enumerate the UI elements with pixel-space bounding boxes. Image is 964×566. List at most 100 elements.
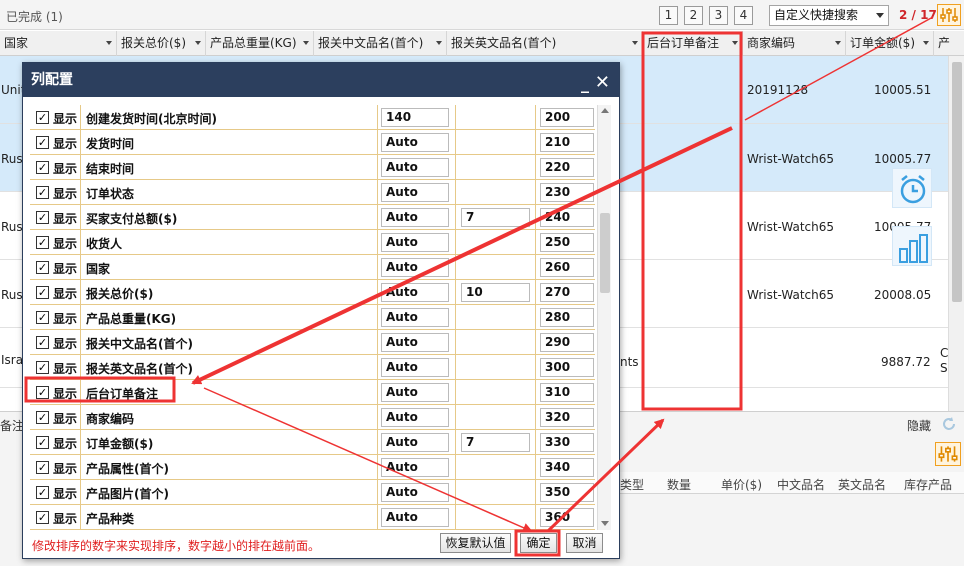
width-input[interactable]: Auto	[381, 308, 449, 327]
subheader-type[interactable]: 类型	[620, 476, 644, 493]
page-button-2[interactable]: 2	[684, 6, 703, 25]
header-product[interactable]: 产	[934, 31, 964, 56]
column-settings-button[interactable]	[937, 4, 961, 26]
order-input[interactable]: 260	[540, 258, 594, 277]
extra-input[interactable]: 7	[461, 208, 530, 227]
chart-button[interactable]	[892, 226, 932, 266]
order-input[interactable]: 310	[540, 383, 594, 402]
show-checkbox[interactable]: ✓	[36, 136, 49, 149]
dialog-title-bar[interactable]: 列配置 _ ✕	[23, 63, 619, 97]
order-input[interactable]: 320	[540, 408, 594, 427]
show-checkbox[interactable]: ✓	[36, 311, 49, 324]
order-input[interactable]: 270	[540, 283, 594, 302]
order-input[interactable]: 250	[540, 233, 594, 252]
order-input[interactable]: 230	[540, 183, 594, 202]
show-checkbox[interactable]: ✓	[36, 336, 49, 349]
order-input[interactable]: 330	[540, 433, 594, 452]
page-button-1[interactable]: 1	[659, 6, 678, 25]
header-merchant-code[interactable]: 商家编码	[743, 31, 846, 56]
subheader-stock-product[interactable]: 库存产品	[904, 476, 952, 493]
cell-divider	[377, 430, 378, 455]
show-checkbox[interactable]: ✓	[36, 261, 49, 274]
show-checkbox[interactable]: ✓	[36, 461, 49, 474]
alarm-clock-button[interactable]	[892, 168, 932, 208]
dialog-scrollbar[interactable]	[597, 105, 611, 530]
order-input[interactable]: 200	[540, 108, 594, 127]
show-checkbox[interactable]: ✓	[36, 436, 49, 449]
restore-defaults-button[interactable]: 恢复默认值	[440, 533, 511, 553]
tab-remark[interactable]: 备注	[0, 417, 24, 434]
show-checkbox[interactable]: ✓	[36, 411, 49, 424]
width-input[interactable]: Auto	[381, 458, 449, 477]
column-config-row: ✓ 显示 发货时间 Auto 210	[30, 130, 595, 155]
page-button-4[interactable]: 4	[734, 6, 753, 25]
dialog-scrollbar-thumb[interactable]	[600, 213, 610, 293]
width-input[interactable]: Auto	[381, 183, 449, 202]
grid-scrollbar[interactable]	[948, 56, 964, 411]
show-checkbox[interactable]: ✓	[36, 511, 49, 524]
order-input[interactable]: 340	[540, 458, 594, 477]
width-input[interactable]: Auto	[381, 158, 449, 177]
order-input[interactable]: 240	[540, 208, 594, 227]
quick-search-select[interactable]: 自定义快捷搜索	[769, 5, 889, 26]
column-name: 产品总重量(KG)	[86, 312, 177, 326]
show-checkbox[interactable]: ✓	[36, 236, 49, 249]
sort-tip: 修改排序的数字来实现排序，数字越小的排在越前面。	[32, 539, 321, 553]
column-config-row: ✓ 显示 产品图片(首个) Auto 350	[30, 480, 595, 505]
detail-settings-button[interactable]	[935, 442, 961, 466]
show-checkbox[interactable]: ✓	[36, 361, 49, 374]
width-input[interactable]: Auto	[381, 283, 449, 302]
width-input[interactable]: Auto	[381, 433, 449, 452]
extra-input[interactable]: 10	[461, 283, 530, 302]
scroll-up-icon[interactable]	[601, 108, 609, 113]
order-input[interactable]: 210	[540, 133, 594, 152]
show-checkbox[interactable]: ✓	[36, 161, 49, 174]
show-checkbox[interactable]: ✓	[36, 386, 49, 399]
grid-scrollbar-thumb[interactable]	[952, 62, 962, 302]
subheader-en-name[interactable]: 英文品名	[838, 476, 886, 493]
minimize-icon[interactable]: _	[581, 67, 589, 101]
width-input[interactable]: 140	[381, 108, 449, 127]
order-input[interactable]: 280	[540, 308, 594, 327]
ok-button[interactable]: 确定	[520, 533, 557, 553]
scroll-down-icon[interactable]	[601, 521, 609, 526]
width-input[interactable]: Auto	[381, 408, 449, 427]
subheader-qty[interactable]: 数量	[667, 476, 691, 493]
width-input[interactable]: Auto	[381, 133, 449, 152]
width-input[interactable]: Auto	[381, 233, 449, 252]
column-name: 结束时间	[86, 162, 135, 176]
header-cn-name[interactable]: 报关中文品名(首个)	[314, 31, 447, 56]
header-en-name[interactable]: 报关英文品名(首个)	[447, 31, 643, 56]
width-input[interactable]: Auto	[381, 358, 449, 377]
order-input[interactable]: 360	[540, 508, 594, 527]
show-checkbox[interactable]: ✓	[36, 486, 49, 499]
extra-input[interactable]: 7	[461, 433, 530, 452]
width-input[interactable]: Auto	[381, 508, 449, 527]
width-input[interactable]: Auto	[381, 258, 449, 277]
width-input[interactable]: Auto	[381, 383, 449, 402]
width-input[interactable]: Auto	[381, 483, 449, 502]
show-checkbox[interactable]: ✓	[36, 186, 49, 199]
show-checkbox[interactable]: ✓	[36, 211, 49, 224]
hide-button[interactable]: 隐藏	[907, 417, 931, 434]
cell-divider	[455, 355, 456, 380]
page-button-3[interactable]: 3	[709, 6, 728, 25]
order-input[interactable]: 300	[540, 358, 594, 377]
cancel-button[interactable]: 取消	[566, 533, 603, 553]
width-input[interactable]: Auto	[381, 208, 449, 227]
close-icon[interactable]: ✕	[595, 66, 610, 100]
width-input[interactable]: Auto	[381, 333, 449, 352]
show-checkbox[interactable]: ✓	[36, 286, 49, 299]
order-input[interactable]: 290	[540, 333, 594, 352]
order-input[interactable]: 220	[540, 158, 594, 177]
header-order-amount[interactable]: 订单金额($)	[846, 31, 934, 56]
header-total-weight[interactable]: 产品总重量(KG)	[206, 31, 314, 56]
refresh-icon[interactable]	[941, 416, 957, 432]
subheader-cn-name[interactable]: 中文品名	[777, 476, 825, 493]
header-backend-note[interactable]: 后台订单备注	[643, 31, 743, 56]
subheader-unit-price[interactable]: 单价($)	[721, 476, 762, 493]
header-declared-total[interactable]: 报关总价($)	[117, 31, 206, 56]
header-country[interactable]: 国家	[0, 31, 117, 56]
show-checkbox[interactable]: ✓	[36, 111, 49, 124]
order-input[interactable]: 350	[540, 483, 594, 502]
